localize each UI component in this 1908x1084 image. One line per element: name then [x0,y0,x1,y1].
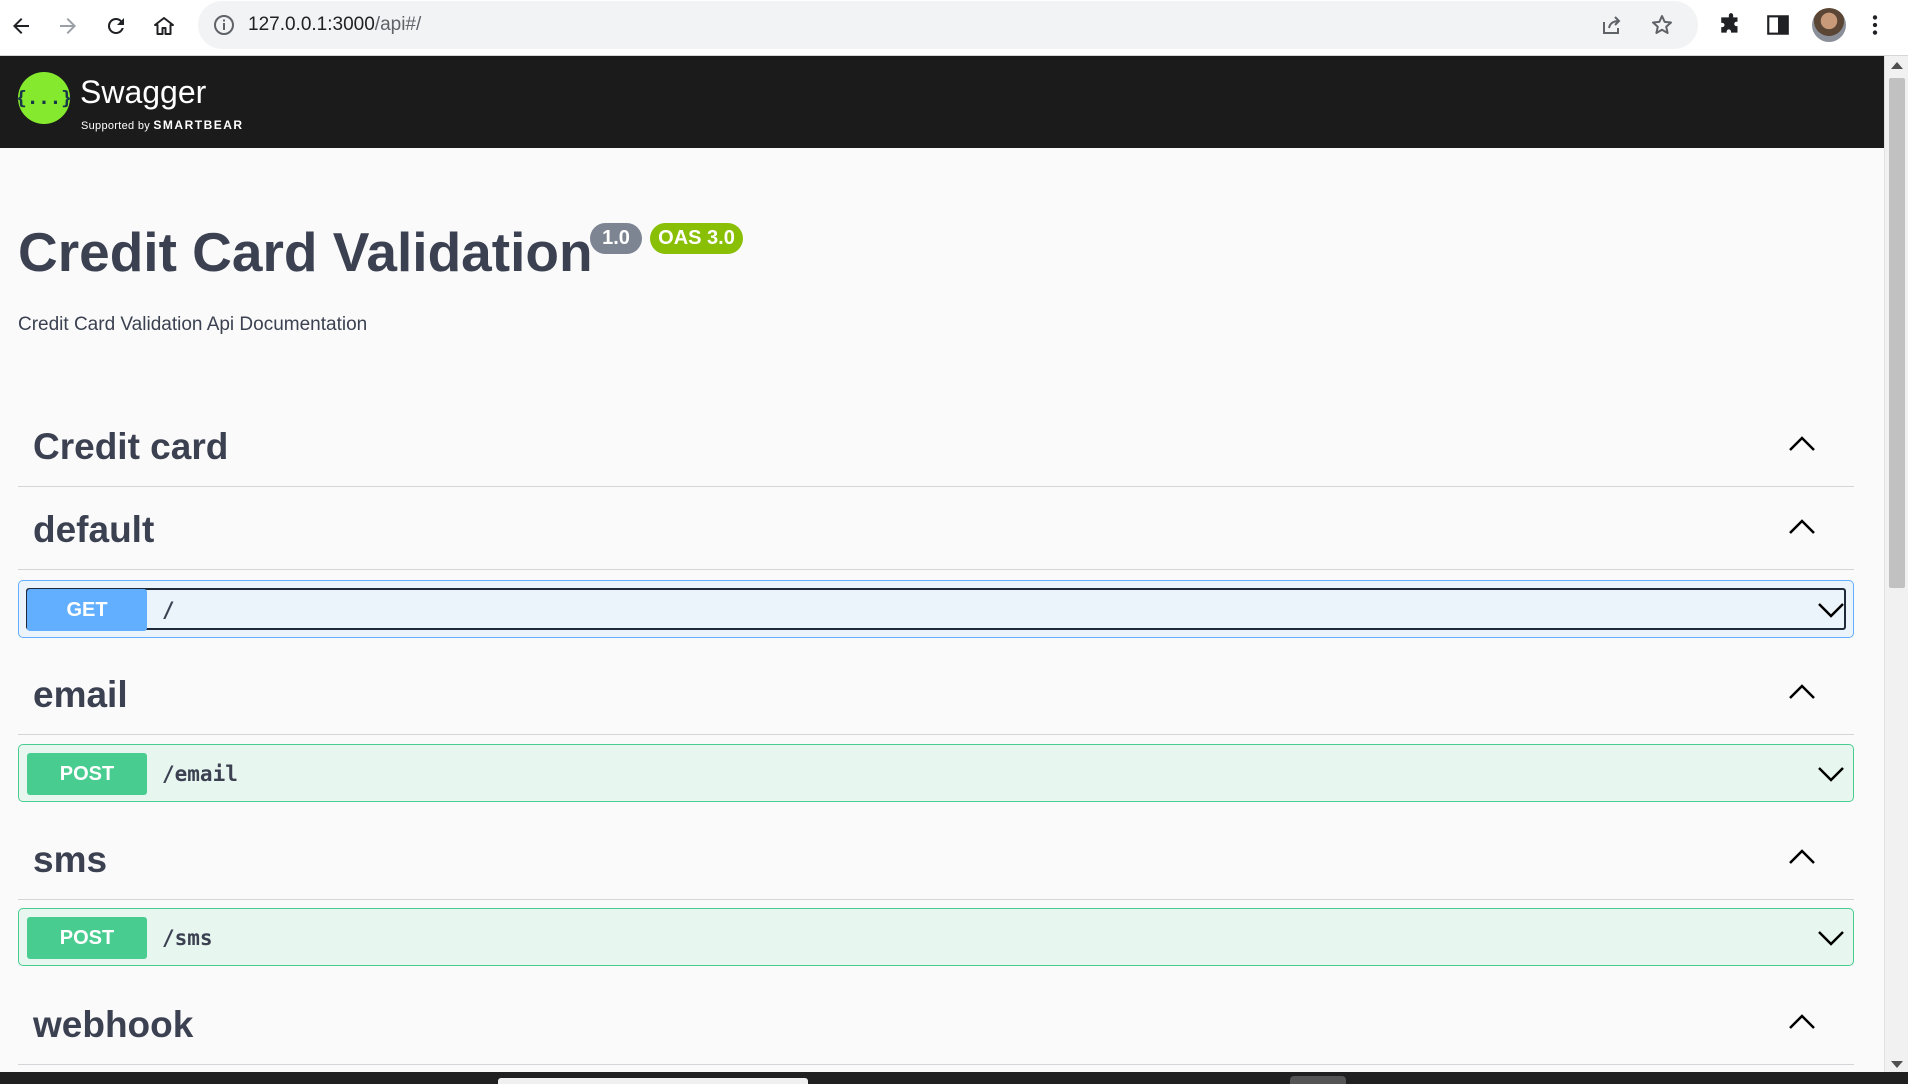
tag-title: email [33,674,128,715]
browser-toolbar: 127.0.0.1:3000/api#/ [0,0,1908,56]
menu-dots-icon[interactable] [1862,12,1888,38]
back-arrow-icon [13,18,29,34]
url-path: /api#/ [374,14,422,35]
api-description: Credit Card Validation Api Documentation [18,314,368,335]
chevron-up-icon[interactable] [1788,848,1816,866]
tag-section-email[interactable]: email [18,653,1854,735]
forward-arrow-icon [60,18,76,34]
share-icon[interactable] [1600,13,1624,37]
swagger-logo-tagline: Supported by SMARTBEAR [81,118,244,132]
chevron-up-icon[interactable] [1788,1013,1816,1031]
reload-button[interactable] [98,8,134,44]
smartbear-brand: SMARTBEAR [153,118,244,132]
side-panel-icon[interactable] [1765,12,1791,38]
home-icon [154,17,174,35]
info-icon[interactable] [212,13,236,37]
page-scrollbar[interactable] [1884,56,1908,1072]
address-bar[interactable]: 127.0.0.1:3000/api#/ [198,1,1698,49]
scroll-down-arrow-icon[interactable] [1891,1061,1903,1068]
url-text: 127.0.0.1:3000/api#/ [248,13,421,37]
chevron-up-icon[interactable] [1788,435,1816,453]
version-badge: 1.0 [590,223,642,254]
focus-outline [26,588,1846,630]
extensions-icon[interactable] [1718,12,1744,38]
tag-title: webhook [33,1004,194,1045]
chevron-down-icon[interactable] [1817,765,1845,783]
operation-post-email[interactable]: POST /email [18,744,1854,802]
tag-title: default [33,509,155,550]
swagger-topbar: {...} Swagger Supported by SMARTBEAR [0,56,1884,148]
supported-by-text: Supported by [81,120,151,132]
swagger-logo-icon[interactable]: {...} [15,72,73,124]
oas-version-badge: OAS 3.0 [650,223,743,254]
chevron-up-icon[interactable] [1788,683,1816,701]
chevron-down-icon[interactable] [1817,929,1845,947]
scroll-up-arrow-icon[interactable] [1891,62,1903,69]
profile-avatar[interactable] [1812,8,1846,42]
tag-section-sms[interactable]: sms [18,818,1854,900]
operation-path: / [162,598,175,622]
swagger-logo-name[interactable]: Swagger [80,74,206,110]
chevron-up-icon[interactable] [1788,518,1816,536]
taskbar-item[interactable] [498,1078,808,1084]
back-button[interactable] [3,8,39,44]
star-icon[interactable] [1650,13,1674,37]
tag-section-default[interactable]: default [18,488,1854,570]
method-badge-post: POST [27,917,147,959]
reload-icon [107,17,124,34]
operation-get-root[interactable]: GET / [18,580,1854,638]
method-badge-post: POST [27,753,147,795]
scrollbar-thumb[interactable] [1889,78,1905,588]
api-title: Credit Card Validation [18,221,593,283]
chevron-down-icon[interactable] [1817,601,1845,619]
tag-section-credit-card[interactable]: Credit card [18,405,1854,487]
forward-button[interactable] [50,8,86,44]
tag-section-webhook[interactable]: webhook [18,983,1854,1065]
taskbar-item[interactable] [1290,1076,1346,1084]
operation-post-sms[interactable]: POST /sms [18,908,1854,966]
os-taskbar [0,1072,1908,1084]
operation-path: /sms [162,926,213,950]
tag-title: sms [33,839,108,880]
home-button[interactable] [146,8,182,44]
method-badge-get: GET [27,589,147,631]
tag-title: Credit card [33,426,229,467]
operation-path: /email [162,762,238,786]
url-host: 127.0.0.1:3000 [248,14,375,35]
